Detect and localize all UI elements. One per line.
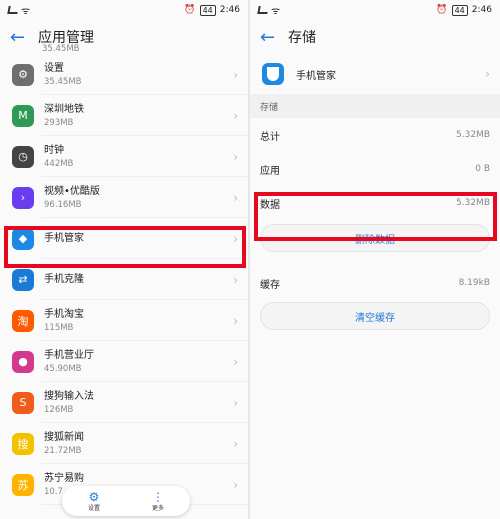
- chevron-right-icon: ›: [233, 437, 238, 451]
- app-size: 126MB: [44, 404, 74, 415]
- chevron-right-icon: ›: [233, 355, 238, 369]
- wifi-icon: ᯤ: [271, 6, 281, 17]
- cache-row: 缓存 8.19kB: [250, 266, 500, 300]
- status-bar: ᯤ ⏰ 44 2:46: [0, 0, 248, 20]
- app-size: 293MB: [44, 117, 74, 128]
- nav-settings[interactable]: ⚙ 设置: [88, 491, 100, 512]
- chevron-right-icon: ›: [233, 273, 238, 287]
- app-size: 45.90MB: [44, 363, 82, 374]
- storage-app-label: 应用: [260, 165, 280, 177]
- storage-app-row: 应用 0 B: [250, 152, 500, 186]
- battery-indicator: 44: [451, 4, 468, 16]
- chevron-right-icon: ›: [233, 314, 238, 328]
- taobao-icon: 淘: [12, 309, 34, 332]
- bottom-navigation: ⚙ 设置 ⋮ 更多: [62, 486, 190, 516]
- metro-icon: M: [12, 104, 34, 127]
- app-size: 442MB: [44, 158, 74, 169]
- app-name: 视频•优酷版: [44, 185, 100, 197]
- app-header[interactable]: 手机管家 ›: [250, 54, 500, 94]
- app-list-item[interactable]: ● 手机营业厅 45.90MB ›: [0, 341, 248, 382]
- title-bar: ← 存储: [250, 20, 500, 54]
- title-bar: ← 应用管理: [0, 20, 248, 54]
- app-list-item[interactable]: S 搜狗输入法 126MB ›: [0, 382, 248, 423]
- page-title: 存储: [288, 30, 316, 46]
- app-name: 搜狗输入法: [44, 390, 94, 402]
- shield-icon: [262, 63, 284, 85]
- signal-icon: [7, 6, 19, 14]
- chevron-right-icon: ›: [233, 68, 238, 82]
- app-size: 35.45MB: [44, 76, 82, 87]
- business-hall-icon: ●: [12, 350, 34, 373]
- storage-total-value: 5.32MB: [456, 130, 490, 140]
- app-name: 手机淘宝: [44, 308, 84, 320]
- gear-icon: ⚙: [88, 489, 100, 504]
- storage-total-label: 总计: [260, 131, 280, 143]
- signal-icon: [257, 6, 269, 14]
- chevron-right-icon: ›: [485, 67, 490, 81]
- back-arrow-icon[interactable]: ←: [10, 27, 32, 48]
- video-icon: ›: [12, 186, 34, 209]
- nav-settings-label: 设置: [87, 504, 100, 512]
- cache-label: 缓存: [260, 279, 280, 291]
- clear-cache-button[interactable]: 清空缓存: [260, 302, 490, 330]
- sohu-news-icon: 搜: [12, 432, 34, 455]
- chevron-right-icon: ›: [233, 109, 238, 123]
- app-size: 115MB: [44, 322, 74, 333]
- app-name: 时钟: [44, 144, 64, 156]
- back-arrow-icon[interactable]: ←: [260, 27, 282, 48]
- nav-more[interactable]: ⋮ 更多: [152, 491, 164, 512]
- app-name: 苏宁易购: [44, 472, 84, 484]
- nav-more-label: 更多: [151, 504, 164, 512]
- alarm-icon: ⏰: [436, 5, 448, 15]
- storage-total-row: 总计 5.32MB: [250, 118, 500, 152]
- alarm-icon: ⏰: [184, 5, 196, 15]
- suning-icon: 苏: [12, 473, 34, 496]
- status-bar: ᯤ ⏰ 44 2:46: [250, 0, 500, 20]
- app-list-item[interactable]: 搜搜狐新闻 21.72MB ›: [0, 423, 248, 464]
- sogou-icon: S: [12, 391, 34, 414]
- app-list-item[interactable]: ⚙ 设置 35.45MB ›: [0, 54, 248, 95]
- battery-indicator: 44: [199, 4, 216, 16]
- partial-app-size: 35.45MB: [42, 44, 80, 54]
- storage-screen: ᯤ ⏰ 44 2:46 ← 存储 手机管家 › 存储 总计 5.32MB 应用 …: [250, 0, 500, 519]
- wifi-icon: ᯤ: [21, 6, 31, 17]
- status-time: 2:46: [471, 5, 492, 15]
- app-name: 深圳地铁: [44, 103, 84, 115]
- chevron-right-icon: ›: [233, 191, 238, 205]
- app-name: 手机营业厅: [44, 349, 94, 361]
- status-time: 2:46: [219, 5, 240, 15]
- signal-wifi-icons: ᯤ: [7, 3, 31, 17]
- app-name: 手机克隆: [44, 273, 84, 285]
- chevron-right-icon: ›: [233, 396, 238, 410]
- app-list-item[interactable]: ◷ 时钟 442MB ›: [0, 136, 248, 177]
- phone-clone-icon: ⇄: [12, 268, 34, 291]
- highlight-box: [254, 192, 497, 241]
- app-list-item[interactable]: 淘手机淘宝 115MB ›: [0, 300, 248, 341]
- app-size: 21.72MB: [44, 445, 82, 456]
- section-header-storage: 存储: [250, 94, 500, 118]
- app-name: 搜狐新闻: [44, 431, 84, 443]
- chevron-right-icon: ›: [233, 150, 238, 164]
- app-name: 设置: [44, 62, 64, 74]
- app-name: 手机管家: [296, 70, 336, 82]
- chevron-right-icon: ›: [233, 478, 238, 492]
- settings-icon: ⚙: [12, 63, 34, 86]
- more-vertical-icon: ⋮: [151, 489, 164, 504]
- highlight-box: [4, 226, 246, 268]
- clock-icon: ◷: [12, 145, 34, 168]
- app-management-screen: ᯤ ⏰ 44 2:46 ← 应用管理 35.45MB ⚙ 设置 35.45MB › M 深…: [0, 0, 250, 519]
- app-list: ⚙ 设置 35.45MB › M 深圳地铁 293MB › ◷ 时钟 442MB › › 视频•优酷版 96…: [0, 54, 248, 519]
- cache-value: 8.19kB: [458, 278, 490, 288]
- app-size: 96.16MB: [44, 199, 82, 210]
- app-list-item[interactable]: › 视频•优酷版 96.16MB ›: [0, 177, 248, 218]
- storage-app-value: 0 B: [475, 164, 490, 174]
- app-list-item[interactable]: M 深圳地铁 293MB ›: [0, 95, 248, 136]
